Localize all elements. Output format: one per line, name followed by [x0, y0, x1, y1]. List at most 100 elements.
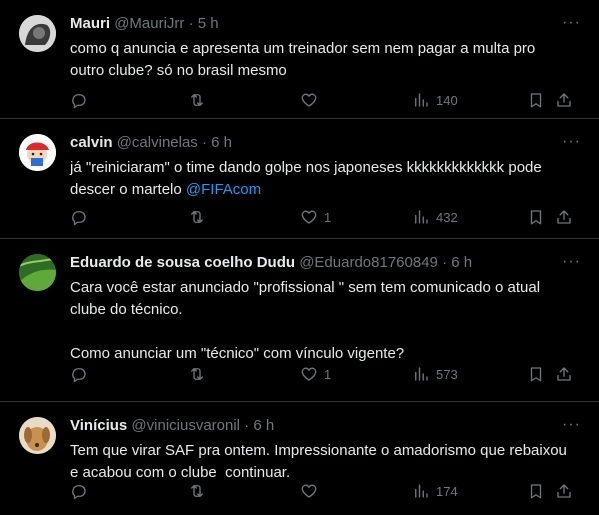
views-chart-icon	[415, 367, 428, 381]
bookmark-icon	[530, 93, 542, 108]
heart-icon	[301, 367, 317, 381]
reply-button[interactable]	[70, 91, 88, 109]
tweet-header: Mauri @MauriJrr · 5 h	[70, 14, 219, 34]
views-chart-icon	[415, 484, 428, 498]
handle[interactable]: @calvinelas	[117, 134, 198, 151]
retweet-button[interactable]	[188, 208, 206, 226]
tweet-header: calvin @calvinelas · 6 h	[70, 133, 232, 153]
tweet[interactable]: calvin @calvinelas · 6 h ··· já "reinici…	[0, 119, 599, 239]
more-dots-icon[interactable]: ···	[562, 133, 581, 151]
timestamp[interactable]: 6 h	[211, 134, 232, 151]
retweet-button[interactable]	[188, 365, 206, 383]
share-button[interactable]	[555, 208, 573, 226]
tweet-line: Cara você estar anunciado "profissional …	[70, 279, 541, 296]
display-name[interactable]: Mauri	[70, 15, 110, 32]
separator-dot: ·	[244, 417, 250, 434]
display-name[interactable]: calvin	[70, 134, 113, 151]
share-icon	[557, 484, 571, 498]
heart-icon	[301, 93, 317, 107]
mention-link[interactable]: @FIFAcom	[186, 181, 261, 198]
heart-icon	[301, 210, 317, 224]
avatar[interactable]	[19, 134, 56, 171]
tweet-text: já "reiniciaram" o time dando golpe nos …	[70, 157, 575, 201]
retweet-icon	[191, 94, 203, 106]
share-button[interactable]	[555, 91, 573, 109]
avatar[interactable]	[19, 15, 56, 52]
tweet-line: Como anunciar um "técnico" com vínculo v…	[70, 345, 405, 362]
reply-icon	[72, 94, 86, 109]
views-chart-icon	[415, 93, 428, 107]
share-button[interactable]	[555, 482, 573, 500]
action-bar: 140	[70, 91, 580, 111]
timestamp[interactable]: 5 h	[198, 15, 219, 32]
like-button[interactable]: 1	[300, 365, 331, 383]
like-count: 1	[324, 366, 332, 382]
reply-button[interactable]	[70, 208, 88, 226]
views-chart-icon	[415, 210, 428, 224]
like-button[interactable]: 1	[300, 208, 331, 226]
share-icon	[557, 367, 571, 381]
reply-button[interactable]	[70, 365, 88, 383]
like-button[interactable]	[300, 91, 324, 109]
share-icon	[557, 210, 571, 224]
reply-icon	[72, 485, 86, 500]
bookmark-button[interactable]	[527, 482, 545, 500]
retweet-button[interactable]	[188, 91, 206, 109]
tweet-line: e acabou com o clube continuar.	[70, 464, 291, 481]
retweet-button[interactable]	[188, 482, 206, 500]
like-button[interactable]	[300, 482, 324, 500]
bookmark-button[interactable]	[527, 365, 545, 383]
handle[interactable]: @Eduardo81760849	[299, 254, 438, 271]
more-dots-icon[interactable]: ···	[562, 253, 581, 271]
views-button[interactable]: 174	[412, 482, 458, 500]
tweet-text: como q anuncia e apresenta um treinador …	[70, 38, 575, 82]
tweet-line-text: descer o martelo	[70, 181, 182, 198]
handle[interactable]: @viniciusvaronil	[131, 417, 240, 434]
tweet-line: já "reiniciaram" o time dando golpe nos …	[70, 159, 542, 176]
avatar[interactable]	[19, 254, 56, 291]
reply-icon	[72, 368, 86, 383]
bookmark-button[interactable]	[527, 208, 545, 226]
reply-icon	[72, 211, 86, 226]
view-count: 573	[436, 366, 458, 382]
tweet-header: Eduardo de sousa coelho Dudu @Eduardo817…	[70, 253, 472, 273]
heart-icon	[301, 484, 317, 498]
bookmark-icon	[530, 210, 542, 225]
reply-button[interactable]	[70, 482, 88, 500]
display-name[interactable]: Vinícius	[70, 417, 127, 434]
tweet-line: clube do técnico.	[70, 301, 183, 318]
tweet-line: outro clube? só no brasil mesmo	[70, 62, 287, 79]
tweet[interactable]: Vinícius @viniciusvaronil · 6 h ··· Tem …	[0, 402, 599, 515]
more-dots-icon[interactable]: ···	[562, 416, 581, 434]
retweet-icon	[191, 211, 203, 223]
separator-dot: ·	[188, 15, 194, 32]
bookmark-icon	[530, 484, 542, 499]
view-count: 432	[436, 209, 458, 225]
timestamp[interactable]: 6 h	[451, 254, 472, 271]
view-count: 140	[436, 92, 458, 108]
tweet-line: descer o martelo @FIFAcom	[70, 179, 575, 201]
timestamp[interactable]: 6 h	[253, 417, 274, 434]
display-name[interactable]: Eduardo de sousa coelho Dudu	[70, 254, 295, 271]
views-button[interactable]: 140	[412, 91, 458, 109]
share-icon	[557, 93, 571, 107]
action-bar: 1 573	[70, 365, 580, 385]
tweet[interactable]: Eduardo de sousa coelho Dudu @Eduardo817…	[0, 239, 599, 402]
bookmark-icon	[530, 367, 542, 382]
action-bar: 174	[70, 482, 580, 502]
bookmark-button[interactable]	[527, 91, 545, 109]
avatar[interactable]	[19, 417, 56, 454]
views-button[interactable]: 432	[412, 208, 458, 226]
share-button[interactable]	[555, 365, 573, 383]
tweet-line: Tem que virar SAF pra ontem. Impressiona…	[70, 442, 567, 459]
views-button[interactable]: 573	[412, 365, 458, 383]
retweet-icon	[191, 485, 203, 497]
separator-dot: ·	[201, 134, 207, 151]
tweet-text: Cara você estar anunciado "profissional …	[70, 277, 575, 365]
view-count: 174	[436, 483, 458, 499]
tweet-line: como q anuncia e apresenta um treinador …	[70, 40, 536, 57]
action-bar: 1 432	[70, 208, 580, 228]
tweet[interactable]: Mauri @MauriJrr · 5 h ··· como q anuncia…	[0, 0, 599, 119]
handle[interactable]: @MauriJrr	[114, 15, 184, 32]
more-dots-icon[interactable]: ···	[562, 14, 581, 32]
